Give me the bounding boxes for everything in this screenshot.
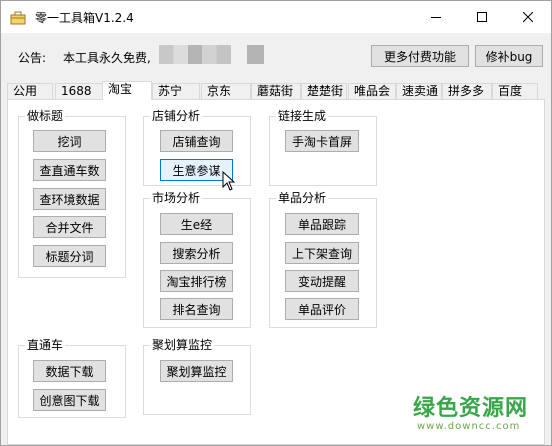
toolbox-icon	[10, 10, 26, 26]
change-alert-button[interactable]: 变动提醒	[285, 270, 359, 292]
merge-files-button[interactable]: 合并文件	[33, 216, 106, 238]
query-ztc-count-button[interactable]: 查直通车数	[33, 159, 106, 181]
dig-words-button[interactable]: 挖词	[33, 130, 106, 152]
tab-chuchujie[interactable]: 楚楚街	[301, 83, 347, 100]
maximize-icon[interactable]	[459, 1, 505, 33]
title-segmentation-button[interactable]: 标题分词	[33, 245, 106, 267]
window-title: 零一工具箱V1.2.4	[35, 11, 134, 25]
tab-suning[interactable]: 苏宁	[152, 83, 200, 100]
creative-image-download-button[interactable]: 创意图下载	[33, 389, 106, 411]
shengejing-button[interactable]: 生e经	[160, 213, 233, 235]
tab-taobao[interactable]: 淘宝	[102, 81, 152, 100]
tab-common[interactable]: 公用	[7, 83, 53, 100]
notice-label: 公告:	[18, 51, 47, 65]
data-download-button[interactable]: 数据下载	[33, 360, 106, 382]
title-bar[interactable]: 零一工具箱V1.2.4	[1, 1, 551, 33]
group-link-gen: 链接生成 手淘卡首屏	[269, 109, 377, 186]
group-title: 市场分析	[150, 191, 203, 205]
tab-vip[interactable]: 唯品会	[348, 83, 396, 100]
group-ztc: 直通车 数据下载 创意图下载	[18, 338, 126, 418]
group-title: 做标题	[25, 109, 66, 123]
group-title-gen: 做标题 挖词 查直通车数 查环境数据 合并文件 标题分词	[18, 109, 126, 278]
group-title: 单品分析	[276, 191, 329, 205]
search-analysis-button[interactable]: 搜索分析	[160, 242, 233, 264]
fix-bug-button[interactable]: 修补bug	[475, 45, 543, 67]
more-paid-features-button[interactable]: 更多付费功能	[371, 45, 469, 67]
tab-jd[interactable]: 京东	[201, 83, 251, 100]
mouse-cursor-icon	[222, 170, 238, 191]
close-icon[interactable]	[505, 1, 551, 33]
jhs-monitor-button[interactable]: 聚划算监控	[160, 360, 233, 382]
tab-mogujie[interactable]: 蘑菇街	[251, 83, 301, 100]
group-title: 链接生成	[276, 109, 329, 123]
tab-baidu[interactable]: 百度	[492, 83, 538, 100]
app-window: 零一工具箱V1.2.4 公告: 本工具永久免费, 更多付费功能 修补bug 公用…	[0, 0, 552, 446]
query-env-data-button[interactable]: 查环境数据	[33, 188, 106, 210]
redacted-block	[247, 45, 264, 64]
item-review-button[interactable]: 单品评价	[285, 298, 359, 320]
watermark: 绿色资源网 www.downcc.com	[413, 397, 528, 433]
listing-query-button[interactable]: 上下架查询	[285, 242, 359, 264]
tab-pinduoduo[interactable]: 拼多多	[442, 83, 492, 100]
redacted-block	[159, 45, 231, 64]
group-title: 聚划算监控	[150, 338, 215, 352]
taobao-ranking-button[interactable]: 淘宝排行榜	[160, 270, 233, 292]
rank-query-button[interactable]: 排名查询	[160, 298, 233, 320]
item-tracking-button[interactable]: 单品跟踪	[285, 213, 359, 235]
notice-text: 本工具永久免费,	[63, 51, 151, 65]
tab-aliexpress[interactable]: 速卖通	[396, 83, 442, 100]
tab-1688[interactable]: 1688	[55, 83, 103, 100]
shop-query-button[interactable]: 店铺查询	[160, 130, 233, 152]
group-title: 店铺分析	[150, 109, 203, 123]
group-title: 直通车	[25, 338, 66, 352]
group-item-analysis: 单品分析 单品跟踪 上下架查询 变动提醒 单品评价	[269, 191, 377, 328]
minimize-icon[interactable]	[413, 1, 459, 33]
watermark-url: www.downcc.com	[417, 421, 521, 432]
watermark-text: 绿色资源网	[413, 396, 529, 421]
mobile-taobao-card-button[interactable]: 手淘卡首屏	[285, 130, 359, 152]
group-market-analysis: 市场分析 生e经 搜索分析 淘宝排行榜 排名查询	[143, 191, 251, 328]
group-jhs-monitor: 聚划算监控 聚划算监控	[143, 338, 251, 415]
